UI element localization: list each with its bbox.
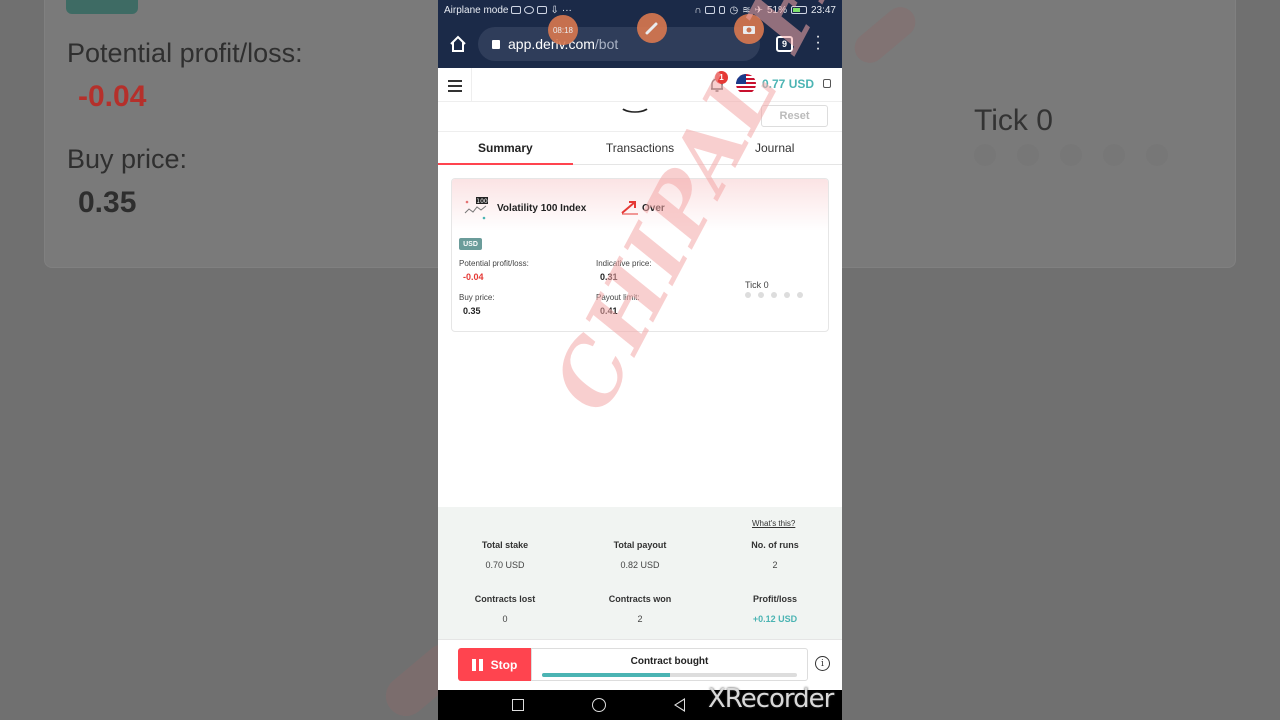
run-panel-tabs: Summary Transactions Journal [438, 132, 842, 165]
contract-progress-track [542, 673, 797, 677]
runs-label: No. of runs [751, 540, 799, 550]
buy-price-value: 0.35 [463, 306, 481, 316]
potential-profit-value: -0.04 [463, 272, 484, 282]
home-nav-icon[interactable] [592, 698, 606, 712]
stat-runs: No. of runs 2 [708, 540, 842, 570]
recents-icon[interactable] [512, 699, 524, 711]
potential-profit-label: Potential profit/loss: [459, 259, 529, 268]
xrecorder-watermark: XRecorder [708, 684, 834, 714]
stat-profit-loss: Profit/loss +0.12 USD [708, 594, 842, 624]
brush-icon[interactable] [637, 13, 667, 43]
pause-icon [471, 658, 483, 671]
back-icon[interactable] [674, 698, 685, 712]
profit-loss-label: Profit/loss [752, 594, 797, 604]
tick-dot [758, 292, 764, 298]
lock-icon [492, 39, 500, 49]
run-statistics: What's this? Total stake 0.70 USD Total … [438, 507, 842, 639]
bg-tick-dot [1060, 144, 1082, 166]
chevron-down-icon[interactable]: ︶ [622, 106, 647, 126]
bg-usd-badge [66, 0, 138, 14]
hamburger-menu-icon[interactable] [448, 80, 462, 95]
bg-buy-value: 0.35 [78, 186, 137, 219]
download-icon: ⇩ [550, 4, 559, 16]
contracts-won-value: 2 [637, 614, 643, 624]
youtube-icon [537, 6, 548, 14]
tick-dot [784, 292, 790, 298]
stop-label: Stop [490, 657, 518, 672]
account-lock-icon [823, 79, 831, 88]
bg-tick-label: Tick 0 [974, 104, 1053, 137]
bg-tick-dot [974, 144, 996, 166]
phone-screen: Airplane mode ⇩ ··· ∩ ◷ ≋ ✈ 51% 23:47 ap… [438, 0, 842, 720]
stat-total-payout: Total payout 0.82 USD [573, 540, 707, 570]
header-divider [471, 68, 472, 102]
total-payout-value: 0.82 USD [620, 560, 660, 570]
whatsapp-icon [524, 6, 535, 14]
contracts-lost-value: 0 [502, 614, 508, 624]
buy-price-label: Buy price: [459, 293, 495, 302]
recorder-timer[interactable]: 08:18 [548, 15, 578, 45]
total-payout-label: Total payout [613, 540, 667, 550]
stat-contracts-lost: Contracts lost 0 [438, 594, 572, 624]
tick-dot [745, 292, 751, 298]
tick-counter: Tick 0 [745, 280, 769, 290]
run-control-bar: Stop Contract bought i [438, 639, 842, 690]
url-path: /bot [594, 36, 619, 52]
contract-status-box: Contract bought [531, 648, 808, 681]
video-icon [511, 6, 522, 14]
stat-contracts-won: Contracts won 2 [573, 594, 707, 624]
vibrate-icon [719, 6, 726, 14]
airplane-mode-text: Airplane mode [444, 4, 509, 16]
bg-buy-label: Buy price: [67, 144, 188, 174]
tick-progress-dots [745, 292, 803, 298]
contracts-lost-label: Contracts lost [474, 594, 536, 604]
whats-this-link[interactable]: What's this? [752, 519, 795, 528]
contract-progress-fill [542, 673, 670, 677]
tick-dot [797, 292, 803, 298]
bg-tick-dot [1017, 144, 1039, 166]
stat-total-stake: Total stake 0.70 USD [438, 540, 572, 570]
bg-tick-dot [1103, 144, 1125, 166]
runs-value: 2 [772, 560, 778, 570]
contracts-won-label: Contracts won [608, 594, 672, 604]
currency-badge: USD [459, 238, 482, 250]
profit-loss-value: +0.12 USD [752, 614, 798, 624]
headphones-icon: ∩ [694, 4, 702, 16]
volatility-icon-badge: 100 [476, 198, 488, 205]
tick-dot [771, 292, 777, 298]
bg-potential-value: -0.04 [78, 80, 147, 113]
info-icon[interactable]: i [815, 656, 830, 671]
contract-status-text: Contract bought [630, 656, 709, 667]
home-icon[interactable] [438, 20, 478, 68]
total-stake-label: Total stake [481, 540, 529, 550]
volatility-index-icon: 100 [464, 197, 488, 220]
total-stake-value: 0.70 USD [485, 560, 525, 570]
stop-button[interactable]: Stop [458, 648, 531, 681]
market-name: Volatility 100 Index [497, 203, 587, 214]
tab-summary[interactable]: Summary [438, 132, 573, 165]
bg-tick-dot [1146, 144, 1168, 166]
bg-potential-label: Potential profit/loss: [67, 38, 303, 68]
more-notifications: ··· [561, 4, 572, 16]
cast-icon [705, 6, 716, 14]
